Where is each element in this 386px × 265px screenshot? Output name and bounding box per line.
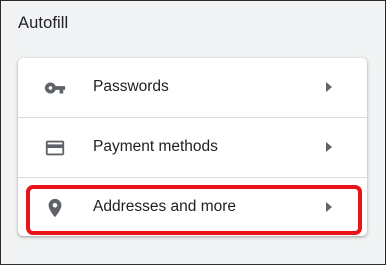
chevron-right-icon — [326, 142, 332, 152]
section-title: Autofill — [18, 14, 69, 32]
chevron-right-icon — [326, 202, 332, 212]
autofill-card: Passwords Payment methods Addresses and … — [18, 58, 367, 236]
payment-methods-row[interactable]: Payment methods — [18, 118, 367, 177]
key-icon — [44, 82, 66, 94]
autofill-settings-panel: Autofill Passwords Payment methods Addre… — [0, 0, 386, 265]
addresses-row[interactable]: Addresses and more — [18, 178, 367, 237]
passwords-label: Passwords — [93, 78, 169, 95]
addresses-label: Addresses and more — [93, 198, 237, 215]
location-pin-icon — [48, 198, 62, 218]
credit-card-icon — [45, 140, 65, 156]
passwords-row[interactable]: Passwords — [18, 58, 367, 117]
chevron-right-icon — [326, 82, 332, 92]
payment-methods-label: Payment methods — [93, 138, 218, 155]
